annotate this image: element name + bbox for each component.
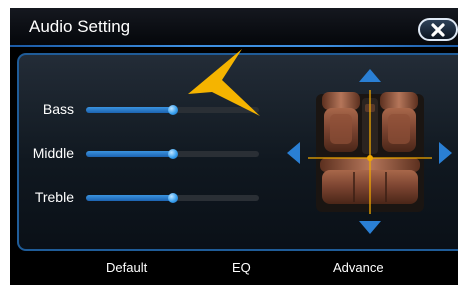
treble-slider-fill bbox=[86, 195, 173, 201]
middle-slider-handle[interactable] bbox=[167, 149, 178, 159]
arrow-right-icon[interactable] bbox=[438, 141, 453, 165]
close-button[interactable] bbox=[418, 18, 458, 41]
middle-slider[interactable] bbox=[86, 149, 259, 159]
arrow-up-icon[interactable] bbox=[358, 68, 382, 83]
page-title: Audio Setting bbox=[29, 17, 131, 36]
middle-label: Middle bbox=[32, 145, 74, 161]
tab-advance[interactable]: Advance bbox=[333, 260, 384, 275]
tab-eq[interactable]: EQ bbox=[232, 260, 251, 275]
close-icon bbox=[431, 22, 445, 37]
bass-label: Bass bbox=[42, 101, 74, 117]
tab-default[interactable]: Default bbox=[106, 260, 147, 275]
bass-slider-fill bbox=[86, 107, 173, 113]
car-seats-icon[interactable] bbox=[306, 88, 434, 216]
arrow-down-icon[interactable] bbox=[358, 220, 382, 235]
arrow-left-icon[interactable] bbox=[286, 141, 301, 165]
treble-slider-handle[interactable] bbox=[167, 193, 178, 203]
treble-label: Treble bbox=[34, 189, 74, 205]
pointer-arrow-icon bbox=[188, 49, 260, 116]
title-bar: Audio Setting bbox=[10, 8, 458, 46]
bass-slider-handle[interactable] bbox=[167, 105, 178, 115]
middle-slider-fill bbox=[86, 151, 173, 157]
treble-slider[interactable] bbox=[86, 193, 259, 203]
